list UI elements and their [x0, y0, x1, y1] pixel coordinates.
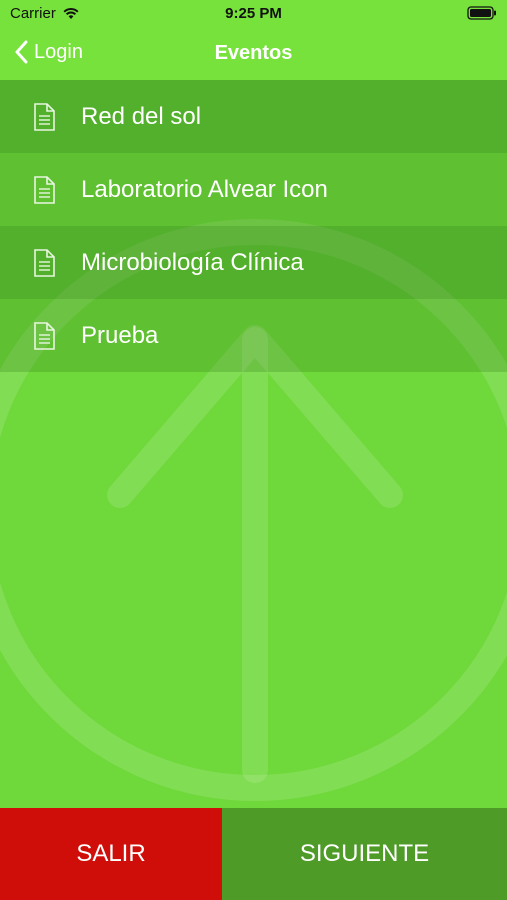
- next-button-label: SIGUIENTE: [299, 840, 430, 867]
- event-list: Red del sol Laboratorio Alvear Icon Micr…: [0, 80, 507, 372]
- bottom-action-bar: SALIR SIGUIENTE: [0, 808, 507, 900]
- status-bar: Carrier 9:25 PM: [0, 0, 507, 28]
- event-label: Red del sol: [81, 102, 202, 130]
- next-button[interactable]: SIGUIENTE: [222, 808, 507, 900]
- event-row[interactable]: Prueba: [0, 299, 507, 372]
- exit-button-label: SALIR: [76, 840, 146, 867]
- page-title: Eventos: [214, 42, 293, 64]
- event-label: Prueba: [81, 321, 159, 349]
- event-row[interactable]: Microbiología Clínica: [0, 226, 507, 299]
- navigation-bar: Login Eventos: [0, 28, 507, 80]
- event-label: Laboratorio Alvear Icon: [81, 175, 328, 203]
- document-icon: [34, 321, 55, 350]
- event-label: Microbiología Clínica: [81, 248, 304, 276]
- document-icon: [34, 248, 55, 277]
- exit-button[interactable]: SALIR: [0, 808, 222, 900]
- event-row[interactable]: Red del sol: [0, 80, 507, 153]
- status-time: 9:25 PM: [225, 5, 282, 22]
- event-row[interactable]: Laboratorio Alvear Icon: [0, 153, 507, 226]
- document-icon: [34, 175, 55, 204]
- battery-icon: [467, 6, 496, 20]
- events-content: Red del sol Laboratorio Alvear Icon Micr…: [0, 80, 507, 808]
- document-icon: [34, 102, 55, 131]
